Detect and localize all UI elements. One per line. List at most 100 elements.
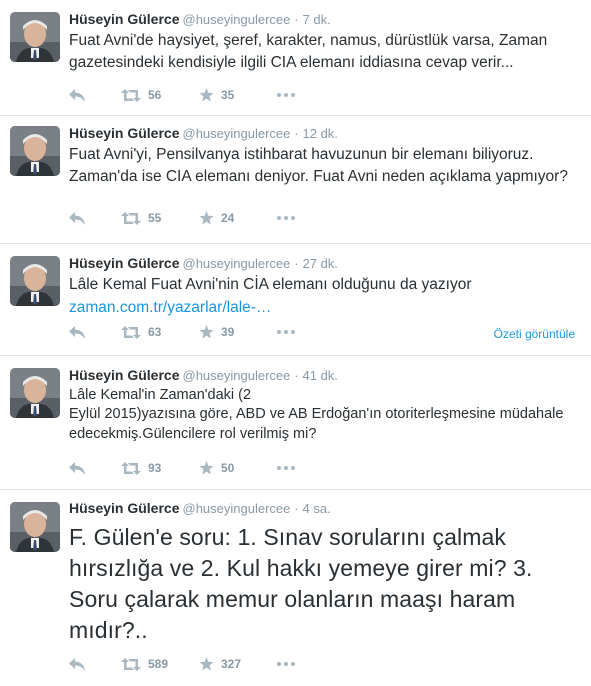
retweet-count: 55 bbox=[148, 211, 162, 225]
timestamp[interactable]: 41 dk. bbox=[303, 368, 338, 383]
separator: · bbox=[294, 368, 299, 383]
star-icon bbox=[199, 88, 214, 102]
fullname[interactable]: Hüseyin Gülerce bbox=[69, 11, 180, 27]
star-icon bbox=[199, 461, 214, 475]
tweet-header: Hüseyin Gülerce @huseyingulercee · 7 dk. bbox=[69, 10, 579, 29]
tweet-actions: 63 39 bbox=[69, 322, 295, 342]
retweet-icon bbox=[121, 657, 141, 671]
reply-icon bbox=[69, 657, 85, 671]
tweet-actions: 93 50 bbox=[69, 458, 295, 478]
tweet-actions: 55 24 bbox=[69, 208, 295, 228]
favorite-count: 24 bbox=[221, 211, 235, 225]
favorite-count: 39 bbox=[221, 325, 235, 339]
fullname[interactable]: Hüseyin Gülerce bbox=[69, 255, 180, 271]
separator: · bbox=[294, 126, 299, 141]
avatar[interactable] bbox=[10, 126, 60, 176]
tweet-text: Eylül 2015)yazısına göre, ABD ve AB Erdo… bbox=[69, 406, 564, 442]
avatar-photo bbox=[10, 12, 60, 62]
retweet-button[interactable]: 56 bbox=[121, 85, 199, 105]
tweet-header: Hüseyin Gülerce @huseyingulercee · 4 sa. bbox=[69, 499, 579, 518]
tweet-link[interactable]: zaman.com.tr/yazarlar/lale-… bbox=[69, 299, 271, 316]
tweet[interactable]: Hüseyin Gülerce @huseyingulercee · 7 dk. … bbox=[0, 0, 591, 116]
timestamp[interactable]: 27 dk. bbox=[303, 256, 338, 271]
favorite-button[interactable]: 24 bbox=[199, 208, 277, 228]
tweet[interactable]: Hüseyin Gülerce @huseyingulercee · 12 dk.… bbox=[0, 116, 591, 244]
star-icon bbox=[199, 657, 214, 671]
username[interactable]: @huseyingulercee bbox=[183, 501, 291, 516]
tweet-actions: 589 327 bbox=[69, 654, 295, 674]
favorite-button[interactable]: 35 bbox=[199, 85, 277, 105]
tweet-text: Fuat Avni'yi, Pensilvanya istihbarat hav… bbox=[69, 146, 568, 185]
more-dots-icon bbox=[277, 93, 295, 97]
retweet-icon bbox=[121, 211, 141, 225]
reply-icon bbox=[69, 88, 85, 102]
tweet-text-link-line: zaman.com.tr/yazarlar/lale-… bbox=[69, 297, 579, 319]
favorite-button[interactable]: 327 bbox=[199, 654, 277, 674]
username[interactable]: @huseyingulercee bbox=[183, 368, 291, 383]
retweet-count: 63 bbox=[148, 325, 162, 339]
timestamp[interactable]: 4 sa. bbox=[303, 501, 331, 516]
star-icon bbox=[199, 211, 214, 225]
avatar-photo bbox=[10, 126, 60, 176]
favorite-button[interactable]: 39 bbox=[199, 322, 277, 342]
more-button[interactable] bbox=[277, 654, 295, 674]
star-icon bbox=[199, 325, 214, 339]
fullname[interactable]: Hüseyin Gülerce bbox=[69, 125, 180, 141]
reply-button[interactable] bbox=[69, 322, 121, 342]
favorite-button[interactable]: 50 bbox=[199, 458, 277, 478]
reply-button[interactable] bbox=[69, 458, 121, 478]
more-dots-icon bbox=[277, 330, 295, 334]
retweet-count: 93 bbox=[148, 461, 162, 475]
tweet-text: Lâle Kemal Fuat Avni'nin CİA elemanı old… bbox=[69, 276, 472, 293]
avatar[interactable] bbox=[10, 256, 60, 306]
tweet[interactable]: Hüseyin Gülerce @huseyingulercee · 27 dk.… bbox=[0, 244, 591, 356]
more-button[interactable] bbox=[277, 208, 295, 228]
tweet-header: Hüseyin Gülerce @huseyingulercee · 41 dk. bbox=[69, 366, 579, 385]
retweet-count: 56 bbox=[148, 88, 162, 102]
tweet-text: F. Gülen'e soru: 1. Sınav sorularını çal… bbox=[69, 524, 533, 643]
more-button[interactable] bbox=[277, 458, 295, 478]
tweet[interactable]: Hüseyin Gülerce @huseyingulercee · 4 sa. … bbox=[0, 490, 591, 686]
timeline: Hüseyin Gülerce @huseyingulercee · 7 dk. … bbox=[0, 0, 591, 686]
more-dots-icon bbox=[277, 216, 295, 220]
reply-icon bbox=[69, 211, 85, 225]
retweet-button[interactable]: 93 bbox=[121, 458, 199, 478]
reply-icon bbox=[69, 461, 85, 475]
reply-icon bbox=[69, 325, 85, 339]
tweet-text-line: Lâle Kemal'in Zaman'daki (2 bbox=[69, 387, 252, 403]
more-dots-icon bbox=[277, 466, 295, 470]
more-dots-icon bbox=[277, 662, 295, 666]
retweet-button[interactable]: 63 bbox=[121, 322, 199, 342]
separator: · bbox=[294, 12, 299, 27]
fullname[interactable]: Hüseyin Gülerce bbox=[69, 500, 180, 516]
fullname[interactable]: Hüseyin Gülerce bbox=[69, 367, 180, 383]
avatar[interactable] bbox=[10, 12, 60, 62]
timestamp[interactable]: 7 dk. bbox=[303, 12, 331, 27]
reply-button[interactable] bbox=[69, 85, 121, 105]
username[interactable]: @huseyingulercee bbox=[183, 256, 291, 271]
avatar[interactable] bbox=[10, 502, 60, 552]
avatar-photo bbox=[10, 256, 60, 306]
more-button[interactable] bbox=[277, 322, 295, 342]
tweet-header: Hüseyin Gülerce @huseyingulercee · 12 dk. bbox=[69, 124, 579, 143]
separator: · bbox=[294, 501, 299, 516]
view-summary-link[interactable]: Özeti görüntüle bbox=[494, 327, 575, 341]
avatar-photo bbox=[10, 502, 60, 552]
tweet-actions: 56 35 bbox=[69, 85, 295, 105]
avatar[interactable] bbox=[10, 368, 60, 418]
retweet-count: 589 bbox=[148, 657, 169, 671]
username[interactable]: @huseyingulercee bbox=[183, 126, 291, 141]
username[interactable]: @huseyingulercee bbox=[183, 12, 291, 27]
favorite-count: 50 bbox=[221, 461, 235, 475]
tweet[interactable]: Hüseyin Gülerce @huseyingulercee · 41 dk.… bbox=[0, 356, 591, 490]
retweet-icon bbox=[121, 88, 141, 102]
retweet-icon bbox=[121, 461, 141, 475]
more-button[interactable] bbox=[277, 85, 295, 105]
retweet-button[interactable]: 589 bbox=[121, 654, 199, 674]
retweet-icon bbox=[121, 325, 141, 339]
reply-button[interactable] bbox=[69, 208, 121, 228]
avatar-photo bbox=[10, 368, 60, 418]
reply-button[interactable] bbox=[69, 654, 121, 674]
timestamp[interactable]: 12 dk. bbox=[303, 126, 338, 141]
retweet-button[interactable]: 55 bbox=[121, 208, 199, 228]
